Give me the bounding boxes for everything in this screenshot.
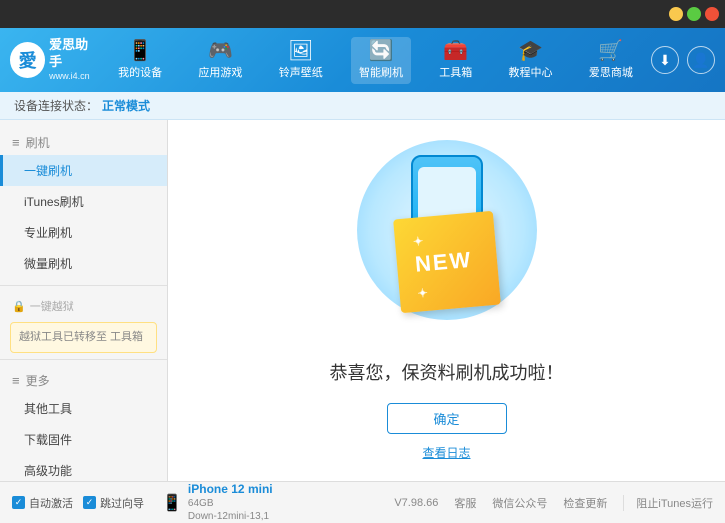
more-section-icon: ≡ bbox=[12, 373, 20, 388]
sidebar-item-other-tools[interactable]: 其他工具 bbox=[0, 393, 167, 424]
logo-sub: www.i4.cn bbox=[49, 71, 100, 83]
jailbreak-section-header: 🔒 一键越狱 bbox=[0, 292, 167, 318]
main-content: ✦ ✦ NEW 恭喜您，保资料刷机成功啦！ 确定 查看日志 bbox=[168, 120, 725, 481]
new-badge: NEW bbox=[393, 211, 501, 313]
nav-toolbox[interactable]: 🧰 工具箱 bbox=[431, 37, 480, 84]
history-link[interactable]: 查看日志 bbox=[422, 444, 470, 461]
sidebar-item-micro-flash[interactable]: 微量刷机 bbox=[0, 248, 167, 279]
status-bar: 设备连接状态： 正常模式 bbox=[0, 92, 725, 120]
more-section-label: 更多 bbox=[26, 372, 50, 389]
status-value: 正常模式 bbox=[102, 97, 150, 114]
flash-section-icon: ≡ bbox=[12, 135, 20, 150]
device-firmware: Down-12mini-13,1 bbox=[188, 510, 273, 523]
sparkle-icon-1: ✦ bbox=[367, 160, 380, 180]
nav-wallpaper[interactable]: 🖼 铃声壁纸 bbox=[271, 37, 331, 84]
sidebar-item-download-firmware[interactable]: 下载固件 bbox=[0, 424, 167, 455]
auto-activate-checkbox[interactable]: 自动激活 bbox=[12, 495, 73, 511]
version-text: V7.98.66 bbox=[394, 497, 438, 509]
close-button[interactable] bbox=[705, 7, 719, 21]
toolbox-label: 工具箱 bbox=[439, 64, 472, 80]
tutorials-icon: 🎓 bbox=[518, 41, 543, 61]
stop-itunes-button[interactable]: 阻止iTunes运行 bbox=[623, 495, 713, 511]
micro-flash-label: 微量刷机 bbox=[24, 257, 72, 271]
bottom-bar: 自动激活 跳过向导 📱 iPhone 12 mini 64GB Down-12m… bbox=[0, 481, 725, 523]
logo-area: 愛 爱思助手 www.i4.cn bbox=[10, 37, 100, 82]
lock-icon: 🔒 bbox=[12, 300, 26, 313]
wechat-link[interactable]: 微信公众号 bbox=[492, 495, 547, 511]
toolbox-icon: 🧰 bbox=[443, 41, 468, 61]
maximize-button[interactable] bbox=[687, 7, 701, 21]
my-device-label: 我的设备 bbox=[118, 64, 162, 80]
logo-symbol: 愛 bbox=[19, 47, 37, 73]
more-section-header: ≡ 更多 bbox=[0, 366, 167, 393]
pro-flash-label: 专业刷机 bbox=[24, 226, 72, 240]
sidebar-item-pro-flash[interactable]: 专业刷机 bbox=[0, 217, 167, 248]
nav-my-device[interactable]: 📱 我的设备 bbox=[110, 37, 170, 84]
download-firmware-label: 下载固件 bbox=[24, 433, 72, 447]
main-layout: ≡ 刷机 一键刷机 iTunes刷机 专业刷机 微量刷机 🔒 一键越狱 越狱工具… bbox=[0, 120, 725, 481]
auto-activate-label: 自动激活 bbox=[29, 495, 73, 511]
nav-apps[interactable]: 🎮 应用游戏 bbox=[190, 37, 250, 84]
jailbreak-note-text: 越狱工具已转移至 工具箱 bbox=[19, 331, 143, 343]
device-phone-icon: 📱 bbox=[162, 493, 182, 513]
tutorials-label: 教程中心 bbox=[509, 64, 553, 80]
logo-text: 爱思助手 www.i4.cn bbox=[49, 37, 100, 82]
skip-wizard-check-icon bbox=[83, 496, 96, 509]
bottom-left: 自动激活 跳过向导 📱 iPhone 12 mini 64GB Down-12m… bbox=[12, 482, 394, 523]
sidebar-divider-1 bbox=[0, 285, 167, 286]
device-storage: 64GB bbox=[188, 497, 273, 510]
sidebar: ≡ 刷机 一键刷机 iTunes刷机 专业刷机 微量刷机 🔒 一键越狱 越狱工具… bbox=[0, 120, 168, 481]
bottom-right: V7.98.66 客服 微信公众号 检查更新 阻止iTunes运行 bbox=[394, 495, 713, 511]
header-right: ⬇ 👤 bbox=[651, 46, 715, 74]
check-update-link[interactable]: 检查更新 bbox=[563, 495, 607, 511]
sidebar-item-one-key-flash[interactable]: 一键刷机 bbox=[0, 155, 167, 186]
user-button[interactable]: 👤 bbox=[687, 46, 715, 74]
device-name: iPhone 12 mini bbox=[188, 482, 273, 498]
jailbreak-note: 越狱工具已转移至 工具箱 bbox=[10, 322, 157, 353]
nav-shop[interactable]: 🛒 爱思商城 bbox=[581, 37, 641, 84]
sidebar-item-advanced[interactable]: 高级功能 bbox=[0, 455, 167, 482]
my-device-icon: 📱 bbox=[128, 41, 153, 61]
logo-main: 爱思助手 bbox=[49, 37, 100, 71]
skip-wizard-label: 跳过向导 bbox=[100, 495, 144, 511]
one-key-flash-label: 一键刷机 bbox=[24, 164, 72, 178]
itunes-flash-label: iTunes刷机 bbox=[24, 195, 84, 209]
flash-section-label: 刷机 bbox=[26, 134, 50, 151]
jailbreak-section-label: 一键越狱 bbox=[30, 298, 74, 314]
sparkle-icon-2: ✦ bbox=[503, 150, 516, 170]
shop-label: 爱思商城 bbox=[589, 64, 633, 80]
logo-icon: 愛 bbox=[10, 42, 45, 78]
nav-bar: 📱 我的设备 🎮 应用游戏 🖼 铃声壁纸 🔄 智能刷机 🧰 工具箱 🎓 教程中心… bbox=[100, 37, 651, 84]
minimize-button[interactable] bbox=[669, 7, 683, 21]
customer-service-link[interactable]: 客服 bbox=[454, 495, 476, 511]
title-bar bbox=[0, 0, 725, 28]
sidebar-divider-2 bbox=[0, 359, 167, 360]
nav-smart-flash[interactable]: 🔄 智能刷机 bbox=[351, 37, 411, 84]
wallpaper-icon: 🖼 bbox=[288, 41, 313, 61]
download-button[interactable]: ⬇ bbox=[651, 46, 679, 74]
flash-section-header: ≡ 刷机 bbox=[0, 128, 167, 155]
device-info: 📱 iPhone 12 mini 64GB Down-12mini-13,1 bbox=[162, 482, 273, 523]
header: 愛 爱思助手 www.i4.cn 📱 我的设备 🎮 应用游戏 🖼 铃声壁纸 🔄 … bbox=[0, 28, 725, 92]
auto-activate-check-icon bbox=[12, 496, 25, 509]
smart-flash-label: 智能刷机 bbox=[359, 64, 403, 80]
status-label: 设备连接状态： bbox=[14, 97, 98, 114]
success-text: 恭喜您，保资料刷机成功啦！ bbox=[330, 359, 564, 385]
skip-wizard-checkbox[interactable]: 跳过向导 bbox=[83, 495, 144, 511]
shop-icon: 🛒 bbox=[598, 41, 623, 61]
apps-icon: 🎮 bbox=[208, 41, 233, 61]
sidebar-item-itunes-flash[interactable]: iTunes刷机 bbox=[0, 186, 167, 217]
window-controls[interactable] bbox=[669, 7, 719, 21]
phone-illustration: ✦ ✦ NEW bbox=[347, 140, 547, 339]
wallpaper-label: 铃声壁纸 bbox=[279, 64, 323, 80]
advanced-label: 高级功能 bbox=[24, 464, 72, 478]
confirm-button[interactable]: 确定 bbox=[387, 403, 507, 434]
nav-tutorials[interactable]: 🎓 教程中心 bbox=[501, 37, 561, 84]
other-tools-label: 其他工具 bbox=[24, 402, 72, 416]
apps-label: 应用游戏 bbox=[198, 64, 242, 80]
smart-flash-icon: 🔄 bbox=[369, 41, 394, 61]
device-details: iPhone 12 mini 64GB Down-12mini-13,1 bbox=[188, 482, 273, 523]
